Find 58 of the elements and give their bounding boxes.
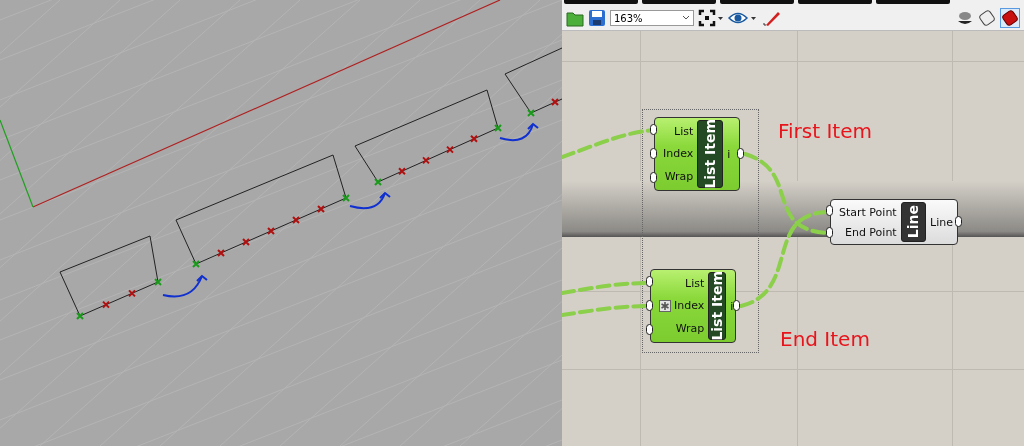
input-label: Index: [663, 147, 694, 161]
point-marker: [422, 156, 430, 165]
point-marker: [470, 134, 478, 143]
point-marker: [374, 178, 382, 186]
point-marker: [342, 194, 350, 202]
point-marker: [192, 260, 200, 268]
point-marker: [446, 145, 454, 154]
pen-icon[interactable]: [762, 9, 782, 27]
output-label: Line: [930, 215, 953, 229]
point-marker: [494, 124, 502, 132]
point-marker: [242, 238, 250, 246]
output-label: i: [727, 147, 731, 161]
arrow-annotation: [162, 274, 208, 298]
point-marker: [292, 216, 300, 224]
component-title: List Item: [697, 120, 724, 188]
arrow-annotation: [349, 191, 391, 210]
preview-selected-icon[interactable]: [1000, 8, 1020, 28]
output-grip[interactable]: [737, 148, 744, 159]
input-grip[interactable]: [650, 148, 657, 159]
input-label: Start Point: [839, 205, 897, 219]
point-marker: [317, 205, 325, 213]
arrow-annotation: [499, 122, 539, 142]
component-title: Line: [900, 202, 927, 242]
input-label: Wrap: [675, 322, 705, 336]
point-marker: [217, 249, 225, 257]
wireframe-icon[interactable]: [978, 9, 996, 27]
preview-shaded-icon[interactable]: [956, 9, 974, 27]
input-label: Index: [674, 299, 705, 313]
point-marker: [128, 289, 136, 298]
point-marker: [398, 167, 406, 176]
input-grip[interactable]: [646, 300, 653, 311]
output-grip[interactable]: [955, 216, 962, 227]
folder-icon[interactable]: [566, 9, 584, 27]
point-marker: [76, 312, 84, 320]
input-label: List: [674, 124, 694, 138]
input-label: Wrap: [664, 170, 694, 184]
point-marker: [551, 98, 559, 106]
input-grip[interactable]: [826, 227, 833, 238]
input-grip[interactable]: [646, 324, 653, 335]
input-grip[interactable]: [646, 276, 653, 287]
input-grip[interactable]: [826, 205, 833, 216]
input-grip[interactable]: [650, 172, 657, 183]
output-grip[interactable]: [733, 300, 740, 311]
caret-icon: [682, 15, 690, 21]
point-marker: [267, 227, 275, 235]
zoom-dropdown[interactable]: 163%: [610, 10, 694, 26]
zoom-extents-icon[interactable]: [698, 9, 724, 27]
input-label: List: [685, 276, 705, 290]
component-title: List Item: [708, 272, 727, 340]
point-marker: [102, 300, 110, 309]
point-marker: [527, 109, 535, 117]
input-label: End Point: [844, 225, 897, 239]
annotation-label: First Item: [778, 119, 872, 143]
annotation-label: End Item: [780, 327, 870, 351]
input-grip[interactable]: [650, 124, 657, 135]
point-marker: [154, 278, 162, 286]
save-icon[interactable]: [588, 9, 606, 27]
output-label: i: [730, 299, 734, 313]
